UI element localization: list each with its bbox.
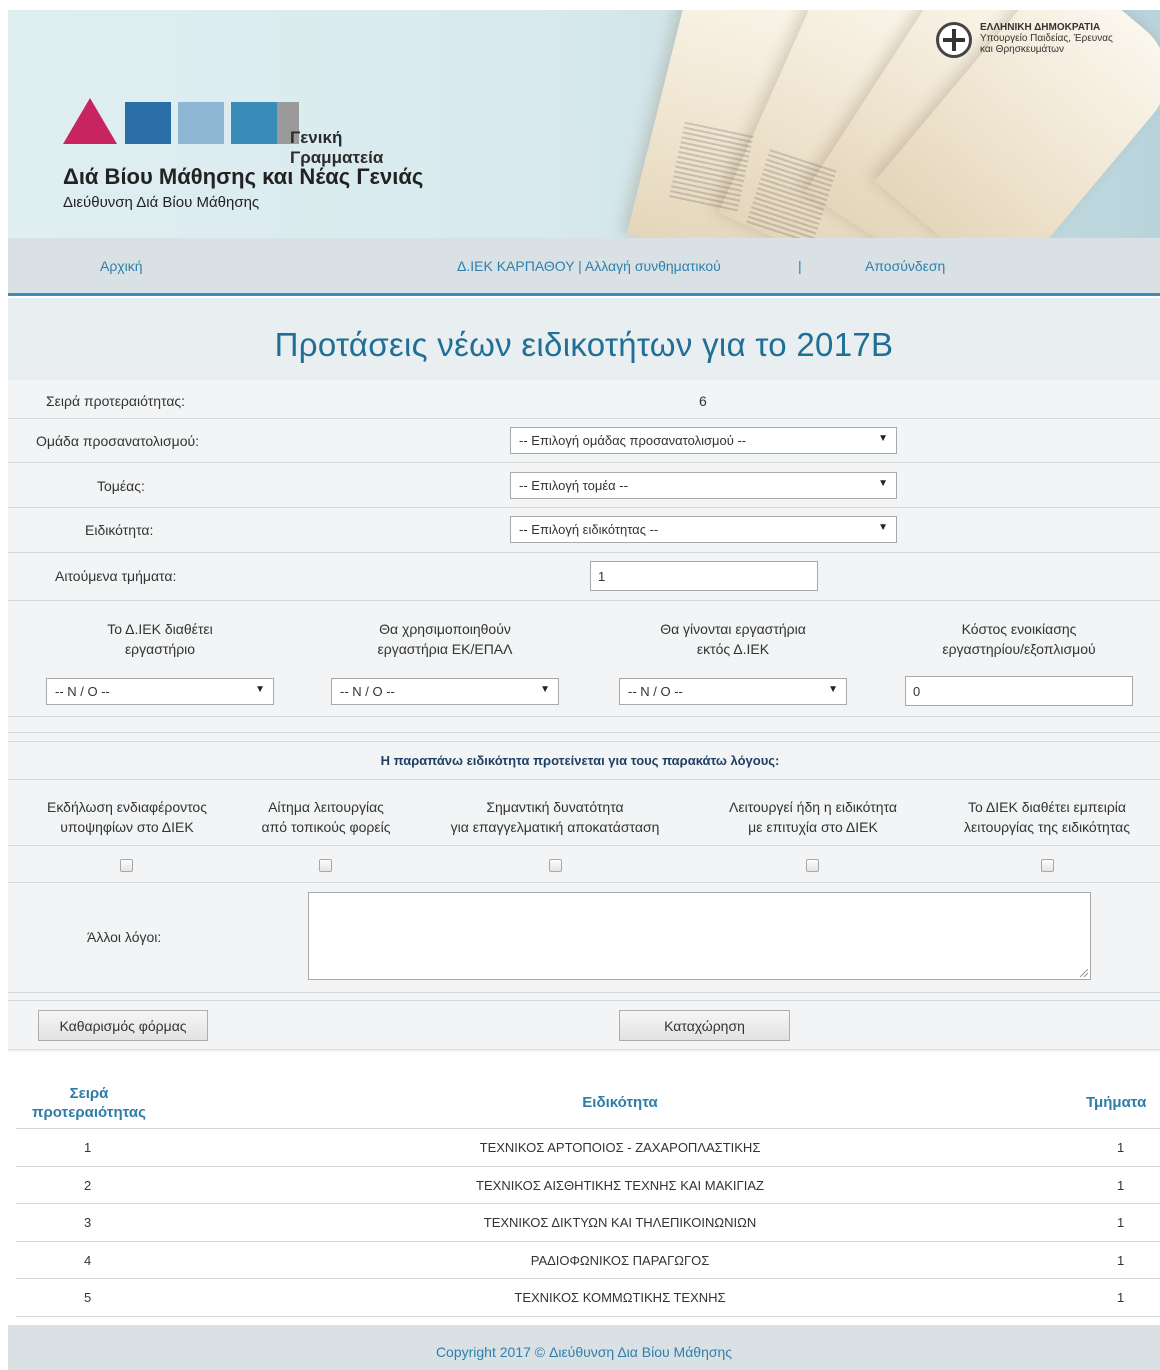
divider [8,779,1160,780]
logo-square [178,102,224,144]
divider [8,716,1160,717]
reason-3-label: Σημαντική δυνατότητα για επαγγελματική α… [450,799,660,835]
reason-3-checkbox[interactable] [549,859,562,872]
gov-line-1: ΕΛΛΗΝΙΚΗ ΔΗΜΟΚΡΑΤΙΑ [980,22,1101,33]
gov-line-2: Υπουργείο Παιδείας, Έρευνας [980,33,1113,44]
dropdown-arrow-icon: ▼ [540,684,550,695]
reason-4-label: Λειτουργεί ήδη η ειδικότητα με επιτυχία … [728,799,898,835]
orientation-select[interactable]: -- Επιλογή ομάδας προσανατολισμού -- ▼ [510,427,897,454]
specialty-select[interactable]: -- Επιλογή ειδικότητας -- ▼ [510,516,897,543]
table-header-classes: Τμήματα [1086,1094,1147,1111]
submit-button[interactable]: Καταχώρηση [619,1010,790,1041]
dropdown-arrow-icon: ▼ [255,684,265,695]
specialty-select-value: -- Επιλογή ειδικότητας -- [519,522,659,537]
clear-form-button[interactable]: Καθαρισμός φόρμας [38,1010,208,1041]
logo-subtitle: Διεύθυνση Διά Βίου Μάθησης [63,194,260,211]
divider [8,992,1160,993]
page: Γενική Γραμματεία Διά Βίου Μάθησης και Ν… [0,0,1160,1370]
divider [8,552,1160,553]
priority-label: Σειρά προτεραιότητας: [46,393,186,409]
nav-home-link[interactable]: Αρχική [100,258,143,274]
logo-mark: Γενική Γραμματεία [63,98,383,167]
lab-col-1-header: Το Δ.ΙΕΚ διαθέτει εργαστήριο [107,621,213,657]
other-reasons-textarea[interactable] [308,892,1091,980]
gov-line-3: και Θρησκευμάτων [980,44,1064,55]
classes-label: Αιτούμενα τμήματα: [55,568,177,584]
divider [8,418,1160,419]
priority-value: 6 [699,393,707,409]
government-label: ΕΛΛΗΝΙΚΗ ΔΗΜΟΚΡΑΤΙΑ Υπουργείο Παιδείας, … [936,22,1113,58]
divider [8,462,1160,463]
table-divider [16,1278,1160,1279]
has-lab-select[interactable]: -- N / O -- ▼ [46,678,274,705]
sector-select[interactable]: -- Επιλογή τομέα -- ▼ [510,472,897,499]
orientation-label: Ομάδα προσανατολισμού: [36,433,200,449]
logo-square [231,102,277,144]
lab-col-2-header: Θα χρησιμοποιηθούν εργαστήρια ΕΚ/ΕΠΑΛ [377,621,513,657]
divider [8,507,1160,508]
title-bar: Προτάσεις νέων ειδικοτήτων για το 2017Β [8,298,1160,380]
divider [8,1049,1160,1050]
nav-bar: Αρχική Δ.ΙΕΚ ΚΑΡΠΑΘΟΥ | Αλλαγή συνθηματι… [8,238,1160,296]
divider [8,741,1160,742]
rental-cost-input[interactable]: 0 [905,676,1133,706]
reason-5-checkbox[interactable] [1041,859,1054,872]
logo-square [125,102,171,144]
table-divider [16,1241,1160,1242]
dropdown-arrow-icon: ▼ [878,433,888,444]
page-title: Προτάσεις νέων ειδικοτήτων για το 2017Β [274,326,894,363]
reason-1-label: Εκδήλωση ενδιαφέροντος υποψηφίων στο ΔΙΕ… [47,799,207,835]
table-header-specialty: Ειδικότητα [582,1094,658,1111]
dropdown-arrow-icon: ▼ [828,684,838,695]
divider [8,1000,1160,1001]
nav-account-link[interactable]: Δ.ΙΕΚ ΚΑΡΠΑΘΟΥ | Αλλαγή συνθηματικού [457,258,721,274]
reason-5-label: Το ΔΙΕΚ διαθέτει εμπειρία λειτουργίας τη… [963,799,1131,835]
classes-input[interactable]: 1 [590,561,818,591]
reason-4-checkbox[interactable] [806,859,819,872]
other-reasons-label: Άλλοι λόγοι: [87,929,162,945]
sector-label: Τομέας: [97,478,145,494]
nav-logout-link[interactable]: Αποσύνδεση [865,258,945,274]
dropdown-arrow-icon: ▼ [878,478,888,489]
table-divider [16,1316,1160,1317]
footer: Copyright 2017 © Διεύθυνση Δια Βίου Μάθη… [8,1325,1160,1370]
logo-tagline: Γενική Γραμματεία [290,128,384,167]
logo-triangle [63,98,117,144]
divider [8,732,1160,733]
divider [8,845,1160,846]
reason-1-checkbox[interactable] [120,859,133,872]
table-divider [16,1166,1160,1167]
divider [8,882,1160,883]
table-header-priority: Σειρά προτεραιότητας [32,1085,146,1121]
use-ek-epal-labs-select[interactable]: -- N / O -- ▼ [331,678,559,705]
lab-col-3-header: Θα γίνονται εργαστήρια εκτός Δ.ΙΕΚ [660,621,806,657]
external-labs-select[interactable]: -- N / O -- ▼ [619,678,847,705]
table-divider [16,1203,1160,1204]
specialty-label: Ειδικότητα: [85,522,154,538]
header-banner: Γενική Γραμματεία Διά Βίου Μάθησης και Ν… [8,10,1160,238]
lab-col-4-header: Κόστος ενοικίασης εργαστηρίου/εξοπλισμού [942,621,1096,657]
dropdown-arrow-icon: ▼ [878,522,888,533]
logo: Γενική Γραμματεία Διά Βίου Μάθησης και Ν… [63,98,423,211]
orientation-select-value: -- Επιλογή ομάδας προσανατολισμού -- [519,433,747,448]
greek-emblem-icon [936,22,972,58]
reason-2-label: Αίτημα λειτουργίας από τοπικούς φορείς [261,799,391,835]
nav-separator: | [798,258,802,274]
table-divider [16,1128,1160,1129]
sector-select-value: -- Επιλογή τομέα -- [519,478,628,493]
divider [8,600,1160,601]
reasons-heading: Η παραπάνω ειδικότητα προτείνεται για το… [380,753,780,768]
reason-2-checkbox[interactable] [319,859,332,872]
